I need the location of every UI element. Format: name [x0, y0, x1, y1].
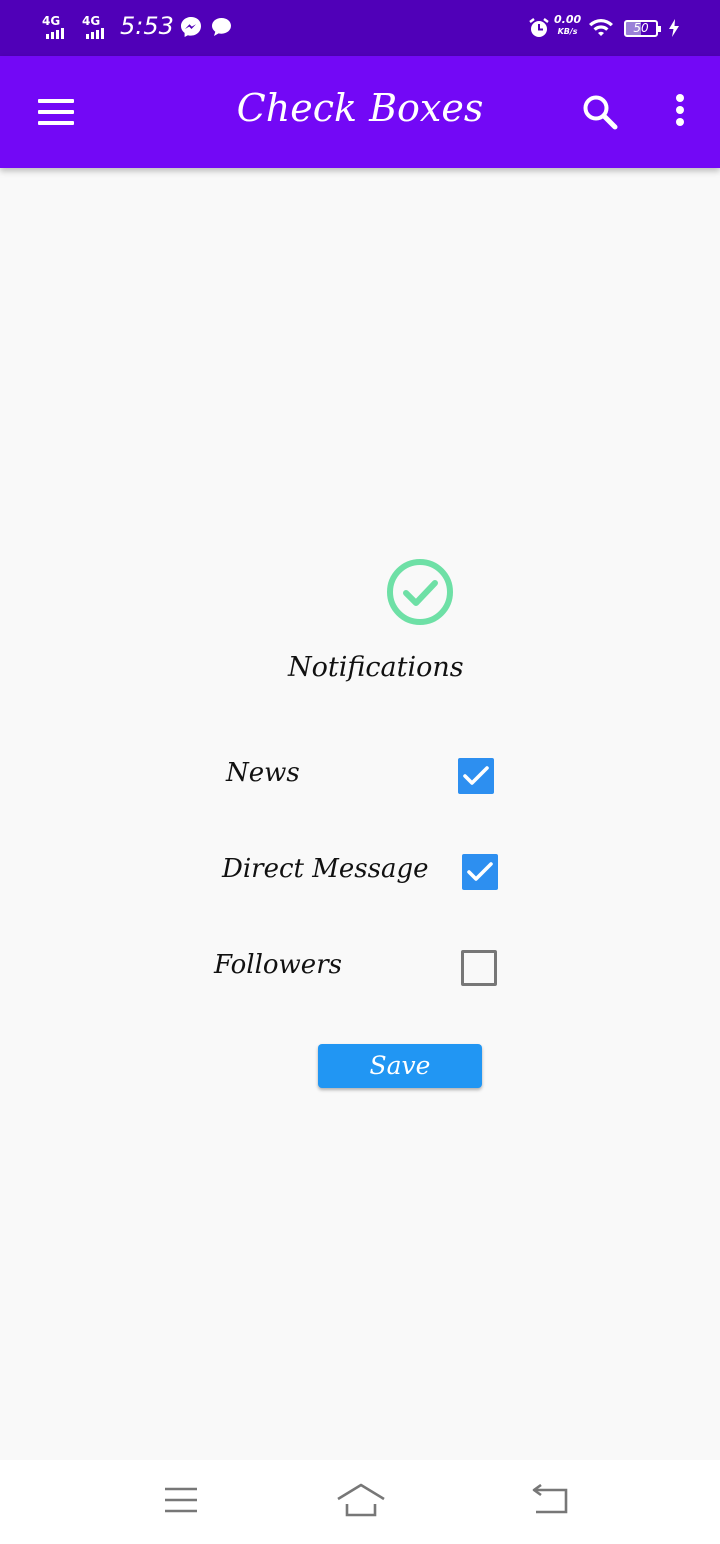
home-icon[interactable]: [335, 1482, 387, 1518]
data-speed: 0.00 KB/s: [554, 14, 581, 38]
option-label-followers: Followers: [214, 950, 342, 980]
wifi-icon: [589, 19, 613, 36]
checkbox-followers[interactable]: [461, 950, 497, 986]
status-time: 5:53: [120, 12, 174, 40]
sim1-signal-icon: 4G: [42, 14, 76, 40]
sim1-network-label: 4G: [42, 14, 61, 28]
search-icon[interactable]: [580, 92, 620, 132]
sim2-signal-icon: 4G: [82, 14, 116, 40]
checkbox-direct-message[interactable]: [462, 854, 498, 890]
checkmark-icon: [463, 766, 489, 785]
battery-icon: 50: [624, 20, 661, 37]
data-speed-value: 0.00: [554, 13, 582, 26]
alarm-icon: [529, 18, 549, 37]
app-bar: Check Boxes: [0, 56, 720, 168]
chat-bubble-icon: [212, 18, 231, 36]
option-label-direct-message: Direct Message: [222, 854, 429, 884]
messenger-icon: [181, 17, 201, 37]
navigation-bar: [0, 1460, 720, 1544]
charging-icon: [669, 19, 679, 37]
back-icon[interactable]: [528, 1484, 570, 1518]
notifications-heading: Notifications: [288, 652, 464, 683]
data-speed-unit: KB/s: [557, 27, 578, 36]
more-vert-icon[interactable]: [670, 94, 690, 130]
check-circle-icon: [387, 559, 453, 625]
status-bar: 4G 4G 5:53 0.00 KB/s 50: [0, 0, 720, 56]
checkbox-news[interactable]: [458, 758, 494, 794]
sim2-network-label: 4G: [82, 14, 101, 28]
checkmark-icon: [467, 862, 493, 881]
save-button[interactable]: Save: [318, 1044, 482, 1088]
recents-icon[interactable]: [162, 1484, 200, 1516]
option-label-news: News: [226, 758, 300, 788]
